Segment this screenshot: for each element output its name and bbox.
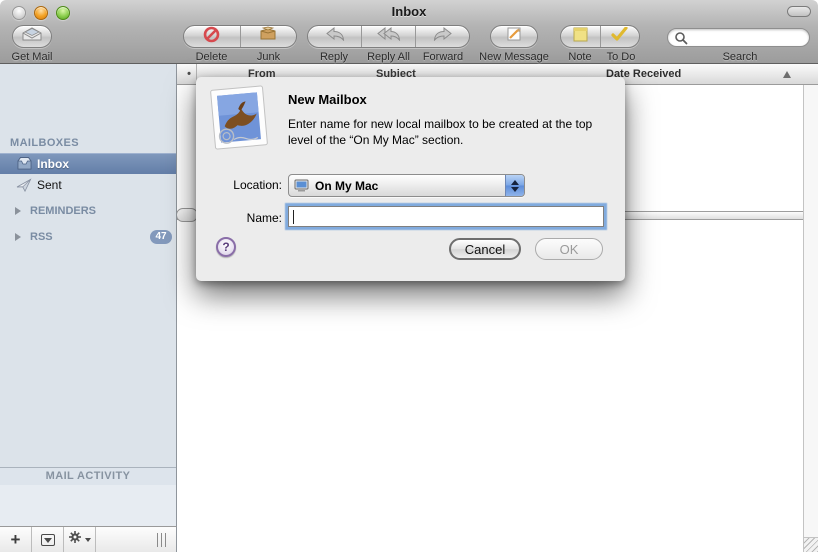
ok-button[interactable]: OK — [535, 238, 603, 260]
note-label: Note — [560, 51, 600, 63]
delete-button[interactable] — [184, 26, 241, 47]
window-title: Inbox — [0, 4, 818, 19]
help-button[interactable]: ? — [216, 237, 236, 257]
cancel-button[interactable]: Cancel — [449, 238, 521, 260]
plus-icon: + — [11, 528, 21, 551]
mail-activity-header: MAIL ACTIVITY — [0, 468, 176, 485]
menu-arrow-icon — [85, 538, 91, 542]
text-caret — [293, 210, 294, 224]
rss-disclosure-icon[interactable] — [15, 233, 21, 241]
delete-junk-group — [183, 25, 297, 48]
location-value: On My Mac — [315, 179, 378, 193]
reminders-disclosure-icon[interactable] — [15, 207, 21, 215]
sidebar-resize-handle[interactable] — [157, 533, 168, 547]
search-label: Search — [690, 51, 790, 63]
search-input[interactable] — [690, 30, 802, 45]
get-mail-label: Get Mail — [2, 51, 62, 63]
dialog-title: New Mailbox — [288, 92, 367, 107]
new-message-button[interactable] — [490, 25, 538, 48]
gear-icon — [68, 530, 82, 549]
rss-unread-badge: 47 — [150, 230, 172, 244]
todo-button[interactable] — [601, 26, 640, 47]
get-mail-button[interactable] — [12, 25, 52, 48]
mailboxes-section-header: MAILBOXES — [10, 137, 79, 149]
reply-all-button[interactable] — [362, 26, 416, 47]
checkmark-icon — [611, 27, 628, 47]
bottom-bar-separator — [95, 527, 96, 552]
reply-all-arrows-icon — [377, 27, 401, 46]
reply-arrow-icon — [325, 27, 345, 46]
reply-label: Reply — [307, 51, 361, 63]
unread-column-header[interactable]: • — [181, 68, 197, 80]
mail-app-stamp-icon — [209, 85, 268, 150]
computer-icon — [294, 179, 309, 192]
mailbox-name-input[interactable] — [292, 209, 598, 224]
mailbox-name-field[interactable] — [288, 206, 604, 227]
vertical-scrollbar-track[interactable] — [803, 85, 818, 537]
junk-button[interactable] — [241, 26, 297, 47]
new-mailbox-dialog: New Mailbox Enter name for new local mai… — [196, 77, 625, 281]
junk-label: Junk — [240, 51, 297, 63]
new-message-label: New Message — [475, 51, 553, 63]
sidebar-item-sent[interactable]: Sent — [0, 175, 176, 195]
reply-all-label: Reply All — [361, 51, 416, 63]
reply-group — [307, 25, 470, 48]
mailbox-sidebar: MAILBOXES Inbox Sent REMINDERS RSS 47 MA… — [0, 64, 177, 552]
sort-ascending-icon — [783, 71, 791, 78]
reply-button[interactable] — [308, 26, 362, 47]
delete-label: Delete — [183, 51, 240, 63]
sidebar-group-reminders[interactable]: REMINDERS — [30, 205, 96, 217]
note-button[interactable] — [561, 26, 601, 47]
dialog-message: Enter name for new local mailbox to be c… — [288, 116, 620, 148]
action-menu-button[interactable] — [64, 527, 95, 552]
sidebar-bottom-bar: + — [0, 526, 177, 552]
inbox-tray-icon — [16, 156, 33, 171]
zoom-button[interactable] — [56, 6, 70, 20]
magnifier-icon — [674, 31, 688, 50]
activity-viewer-icon — [41, 534, 55, 546]
location-popup-button[interactable]: On My Mac — [288, 174, 525, 197]
location-label: Location: — [196, 178, 282, 192]
forward-arrow-icon — [433, 27, 453, 46]
toolbar-toggle-button[interactable] — [787, 6, 811, 17]
mail-window: Inbox Get Mail Delete Junk — [0, 0, 818, 552]
sent-label: Sent — [37, 178, 62, 192]
search-field[interactable] — [667, 28, 810, 47]
compose-icon — [506, 26, 523, 47]
paper-plane-icon — [16, 178, 33, 193]
popup-stepper-icon — [505, 175, 524, 196]
window-resize-grip[interactable] — [803, 537, 818, 552]
add-mailbox-button[interactable]: + — [0, 527, 31, 552]
junk-box-icon — [259, 26, 277, 47]
forward-arrow-icon-button[interactable] — [416, 26, 469, 47]
splitter-handle[interactable] — [176, 208, 198, 222]
close-button[interactable] — [12, 6, 26, 20]
todo-label: To Do — [600, 51, 642, 63]
sticky-note-icon — [573, 27, 588, 47]
sidebar-group-rss[interactable]: RSS — [30, 231, 53, 243]
titlebar-toolbar: Inbox Get Mail Delete Junk — [0, 0, 818, 64]
sidebar-item-inbox[interactable]: Inbox — [0, 153, 176, 174]
show-mail-activity-button[interactable] — [32, 527, 63, 552]
inbox-label: Inbox — [37, 157, 69, 171]
name-label: Name: — [196, 211, 282, 225]
prohibition-icon — [203, 26, 220, 48]
envelope-icon — [20, 27, 44, 47]
note-todo-group — [560, 25, 640, 48]
minimize-button[interactable] — [34, 6, 48, 20]
forward-label: Forward — [416, 51, 470, 63]
